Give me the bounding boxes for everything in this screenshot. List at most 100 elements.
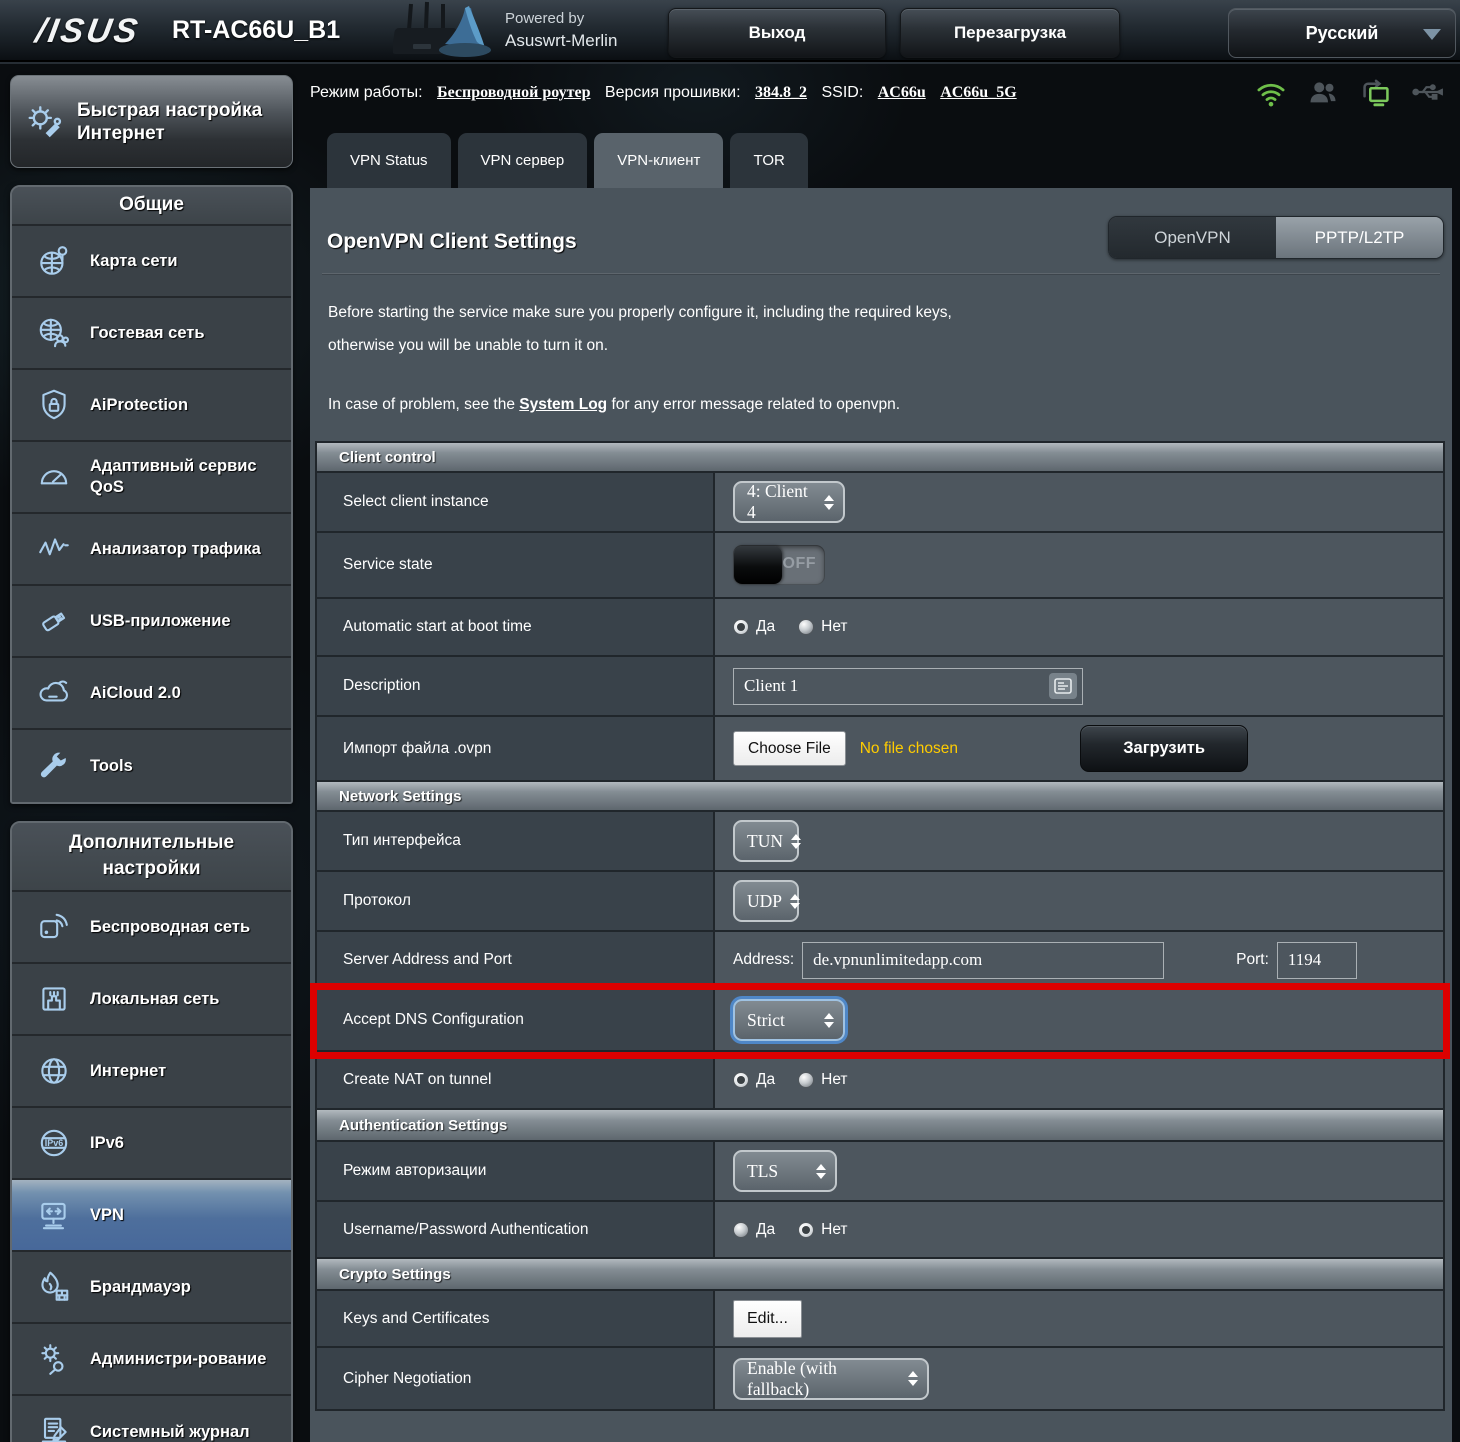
reboot-button[interactable]: Перезагрузка [900,8,1120,58]
sidebar-item-label: Карта сети [90,251,184,272]
sidebar-item-label: Администри-рование [90,1349,272,1370]
service-state-toggle[interactable]: OFF [733,545,825,585]
sidebar-item-wan[interactable]: Интернет [12,1036,291,1108]
sidebar-item-qos[interactable]: Адаптивный сервис QoS [12,442,291,514]
sidebar-item-label: Системный журнал [90,1422,256,1442]
sidebar-item-system-log[interactable]: Системный журнал [12,1396,291,1442]
tab-vpn-server[interactable]: VPN сервер [458,133,588,188]
pptp-l2tp-toggle-button[interactable]: PPTP/L2TP [1276,217,1443,258]
ssid-2g-link[interactable]: AC66u [878,84,926,101]
operation-mode-link[interactable]: Беспроводной роутер [437,84,590,101]
sidebar-item-tools[interactable]: Tools [12,730,291,802]
ipv6-icon: IPv6 [34,1123,74,1163]
sidebar-item-usb-application[interactable]: USB-приложение [12,586,291,658]
accept-dns-select[interactable]: Strict [733,999,845,1041]
cloud-icon [34,673,74,713]
auto-start-no-radio[interactable] [798,619,814,635]
create-nat-yes-radio[interactable] [733,1072,749,1088]
wifi-icon[interactable] [1256,78,1286,112]
user-pass-yes-radio[interactable] [733,1222,749,1238]
cipher-negotiation-select[interactable]: Enable (with fallback) [733,1358,929,1400]
main-content: VPN StatusVPN серверVPN-клиентTOR OpenVP… [310,133,1452,1442]
server-port-input[interactable] [1277,942,1357,979]
sidebar-item-firewall[interactable]: Брандмауэр [12,1252,291,1324]
sidebar-general-header: Общие [12,187,291,226]
user-pass-radio-group: Да Нет [733,1221,864,1239]
chevron-down-icon [1423,29,1441,40]
sidebar-item-label: AiCloud 2.0 [90,683,187,704]
protocol-label: Протокол [317,872,715,930]
tab-vpn-status[interactable]: VPN Status [327,133,451,188]
sidebar-item-label: Гостевая сеть [90,323,211,344]
network-map-icon [34,241,74,281]
tab-vpn-client[interactable]: VPN-клиент [594,133,723,188]
vpn-type-toggle: OpenVPN PPTP/L2TP [1108,216,1444,259]
sidebar-item-lan[interactable]: Локальная сеть [12,964,291,1036]
sidebar-item-label: Анализатор трафика [90,539,267,560]
row-interface-type: Тип интерфейса TUN [317,812,1443,872]
row-auto-start: Automatic start at boot time Да Нет [317,599,1443,657]
interface-type-select[interactable]: TUN [733,820,799,862]
edit-keys-button[interactable]: Edit... [733,1300,802,1338]
client-instance-select[interactable]: 4: Client 4 [733,481,845,523]
globe-icon [34,1051,74,1091]
description-input-wrap [733,668,1083,705]
sidebar-item-label: Беспроводная сеть [90,917,256,938]
description-input[interactable] [733,668,1083,705]
monitor-sync-icon[interactable] [1360,78,1390,112]
tab-tor[interactable]: TOR [730,133,807,188]
language-value: Русский [1306,23,1379,44]
sidebar-item-vpn[interactable]: VPN [12,1180,291,1252]
firmware-version-link[interactable]: 384.8_2 [755,84,807,101]
server-address-input[interactable] [802,942,1164,979]
logout-button[interactable]: Выход [668,8,886,58]
auto-start-label: Automatic start at boot time [317,599,715,655]
usb-plug-icon[interactable] [1412,78,1442,112]
auto-start-yes-radio[interactable] [733,619,749,635]
system-log-link[interactable]: System Log [519,396,607,413]
row-auth-mode: Режим авторизации TLS [317,1142,1443,1202]
port-field-label: Port: [1236,951,1269,969]
sidebar-item-administration[interactable]: Администри-рование [12,1324,291,1396]
router-merlin-graphic [393,0,503,67]
create-nat-no-radio[interactable] [798,1072,814,1088]
ssid-label: SSID: [821,84,863,101]
sidebar-item-aiprotection[interactable]: AiProtection [12,370,291,442]
ssid-5g-link[interactable]: AC66u_5G [940,84,1016,101]
router-model: RT-AC66U_B1 [172,16,340,45]
name-list-icon[interactable] [1049,673,1077,699]
sidebar-item-label: Интернет [90,1061,172,1082]
auth-mode-select[interactable]: TLS [733,1150,837,1192]
section-header-authentication: Authentication Settings [317,1110,1443,1142]
sidebar-item-wireless[interactable]: Беспроводная сеть [12,892,291,964]
upload-button[interactable]: Загрузить [1080,725,1248,772]
sidebar-item-aicloud[interactable]: AiCloud 2.0 [12,658,291,730]
user-pass-auth-label: Username/Password Authentication [317,1202,715,1257]
status-icons [1256,78,1442,112]
create-nat-yes-label: Да [756,1071,775,1089]
row-keys-certificates: Keys and Certificates Edit... [317,1291,1443,1348]
sidebar-item-network-map[interactable]: Карта сети [12,226,291,298]
language-selector[interactable]: Русский [1228,8,1456,58]
auth-mode-label: Режим авторизации [317,1142,715,1200]
choose-file-button[interactable]: Choose File [733,731,846,766]
shield-lock-icon [34,385,74,425]
create-nat-no-label: Нет [821,1071,847,1089]
auto-start-no-label: Нет [821,618,847,636]
row-create-nat: Create NAT on tunnel Да Нет [317,1052,1443,1110]
user-pass-no-radio[interactable] [798,1222,814,1238]
sidebar-general-items: Карта сети Гостевая сеть AiProtectionАдапт… [12,226,291,802]
sidebar-item-traffic-analyzer[interactable]: Анализатор трафика [12,514,291,586]
sidebar-item-guest-network[interactable]: Гостевая сеть [12,298,291,370]
sidebar: Быстрая настройка Интернет Общие Карта с… [10,75,293,1442]
clients-icon[interactable] [1308,78,1338,112]
vpn-monitor-icon [34,1195,74,1235]
sidebar-advanced-items: Беспроводная сеть Локальная сеть Интернет I… [12,892,291,1442]
sidebar-item-ipv6[interactable]: IPv6IPv6 [12,1108,291,1180]
quick-setup-button[interactable]: Быстрая настройка Интернет [10,75,293,168]
openvpn-toggle-button[interactable]: OpenVPN [1109,217,1276,258]
intro-text: Before starting the service make sure yo… [328,296,952,362]
sidebar-item-label: Tools [90,756,139,777]
protocol-select[interactable]: UDP [733,880,799,922]
select-arrows-icon [908,1371,918,1386]
